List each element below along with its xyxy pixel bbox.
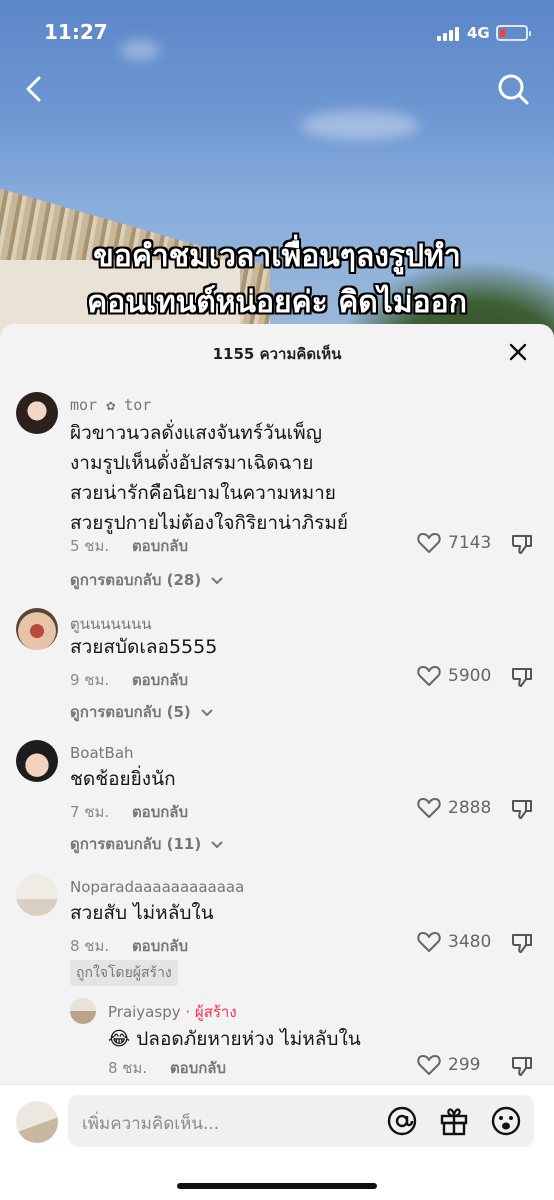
comment-text: ผิวขาวนวลดั่งแสงจันทร์วันเพ็ญ งามรูปเห็น… [70,418,348,538]
sheet-header: 1155 ความคิดเห็น [0,324,554,380]
comment-count-title: 1155 ความคิดเห็น [212,345,342,363]
like-count: 2888 [448,798,492,818]
dislike-button[interactable] [510,797,534,821]
home-indicator [177,1183,377,1189]
comment-time: 8 ชม. [70,937,110,955]
comment-input-placeholder: เพิ่มความคิดเห็น... [82,1114,220,1134]
avatar[interactable] [70,998,96,1024]
heart-outline-icon [417,932,441,952]
view-replies-label: ดูการตอบกลับ (28) [70,571,202,589]
battery-icon [496,25,531,41]
comment-line: ชดช้อยยิ่งนัก [70,768,176,790]
avatar[interactable] [16,740,58,782]
comment-username[interactable]: mor ✿ tor [70,396,151,414]
view-replies-button[interactable]: ดูการตอบกลับ (11) [70,832,224,856]
like-count: 3480 [448,932,492,952]
heart-outline-icon [417,666,441,686]
comment-meta: 9 ชม. ตอบกลับ [70,668,188,692]
comment-text: สวยสับ ไม่หลับใน [70,898,214,928]
reply-button[interactable]: ตอบกลับ [132,671,188,689]
status-time: 11:27 [44,20,108,44]
search-icon [498,74,529,105]
chevron-down-icon [211,576,224,584]
reply-header: Praiyaspy · ผู้สร้าง [108,1000,237,1024]
status-bar: 11:27 4G [0,0,554,60]
chevron-down-icon [211,840,224,848]
dislike-button[interactable] [510,665,534,689]
comment-meta: 5 ชม. ตอบกลับ [70,534,188,558]
reply-time: 8 ชม. [108,1059,148,1077]
comment-meta: 7 ชม. ตอบกลับ [70,800,188,824]
comment-text: ชดช้อยยิ่งนัก [70,764,176,794]
heart-outline-icon [417,533,441,553]
comment-item: mor ✿ tor ผิวขาวนวลดั่งแสงจันทร์วันเพ็ญ … [0,390,554,600]
comment-username[interactable]: BoatBah [70,744,134,762]
close-icon [509,343,527,361]
reply-button[interactable]: ตอบกลับ [170,1059,226,1077]
comment-line: งามรูปเห็นดั่งอัปสรมาเฉิดฉาย [70,452,314,474]
comments-sheet: 1155 ความคิดเห็น mor ✿ tor ผิวขาวนวลดั่ง… [0,324,554,1200]
like-count: 299 [448,1055,481,1075]
chevron-down-icon [201,708,213,716]
heart-outline-icon [417,798,441,818]
close-button[interactable] [504,338,532,366]
creator-tag: · ผู้สร้าง [185,1003,237,1021]
view-replies-label: ดูการตอบกลับ (5) [70,703,191,721]
view-replies-button[interactable]: ดูการตอบกลับ (5) [70,700,214,724]
comment-line: สวยสับ ไม่หลับใน [70,902,214,924]
reply-button[interactable]: ตอบกลับ [132,537,188,555]
liked-by-creator-badge: ถูกใจโดยผู้สร้าง [70,960,178,986]
emoji-icon[interactable] [490,1105,522,1137]
like-count: 7143 [448,533,492,553]
like-count: 5900 [448,666,492,686]
thumbs-down-icon [512,535,532,554]
network-type: 4G [467,24,490,42]
reply-button[interactable]: ตอบกลับ [132,937,188,955]
thumbs-down-icon [512,668,532,687]
search-button[interactable] [496,72,530,106]
dislike-button[interactable] [510,931,534,955]
avatar[interactable] [16,874,58,916]
comment-time: 5 ชม. [70,537,110,555]
thumbs-down-icon [512,1057,532,1076]
avatar[interactable] [16,392,58,434]
reply-item: Praiyaspy · ผู้สร้าง 😂 ปลอดภัยหายห่วง ไม… [0,994,554,1084]
at-sign-icon[interactable] [386,1105,418,1137]
view-replies-label: ดูการตอบกลับ (11) [70,835,202,853]
back-button[interactable] [18,72,52,106]
comment-text: สวยสบัดเลอ5555 [70,632,217,662]
reply-text: 😂 ปลอดภัยหายห่วง ไม่หลับใน [108,1028,361,1050]
reply-button[interactable]: ตอบกลับ [132,803,188,821]
comment-meta: 8 ชม. ตอบกลับ [70,934,188,958]
video-caption: ขอคำชมเวลาเพื่อนๆลงรูปทำ คอนเทนต์หน่อยค่… [0,234,554,326]
caption-line-2: คอนเทนต์หน่อยค่ะ คิดไม่ออก [87,285,467,320]
comment-username[interactable]: Noparadaaaaaaaaaaaa [70,878,244,896]
comment-input[interactable]: เพิ่มความคิดเห็น... [68,1095,534,1147]
comment-time: 9 ชม. [70,671,110,689]
heart-outline-icon [417,1055,441,1075]
reply-username[interactable]: Praiyaspy [108,1003,181,1021]
reply-meta: 8 ชม. ตอบกลับ [108,1056,226,1080]
comment-time: 7 ชม. [70,803,110,821]
thumbs-down-icon [512,934,532,953]
my-avatar[interactable] [16,1101,58,1143]
comment-item: BoatBah ชดช้อยยิ่งนัก 7 ชม. ตอบกลับ 2888… [0,738,554,858]
comment-item: ตูนนนนนนน สวยสบัดเลอ5555 9 ชม. ตอบกลับ 5… [0,606,554,726]
gift-icon[interactable] [438,1105,470,1137]
avatar[interactable] [16,608,58,650]
view-replies-button[interactable]: ดูการตอบกลับ (28) [70,568,224,592]
comment-line: สวยน่ารักคือนิยามในความหมาย [70,482,336,504]
caption-line-1: ขอคำชมเวลาเพื่อนๆลงรูปทำ [93,239,461,274]
dislike-button[interactable] [510,1054,534,1078]
comment-line: สวยสบัดเลอ5555 [70,636,218,658]
chevron-left-icon [26,76,41,102]
signal-icon [437,26,459,41]
thumbs-down-icon [512,800,532,819]
comment-item: Noparadaaaaaaaaaaaa สวยสับ ไม่หลับใน 8 ช… [0,872,554,992]
comment-line: ผิวขาวนวลดั่งแสงจันทร์วันเพ็ญ [70,422,322,444]
dislike-button[interactable] [510,532,534,556]
